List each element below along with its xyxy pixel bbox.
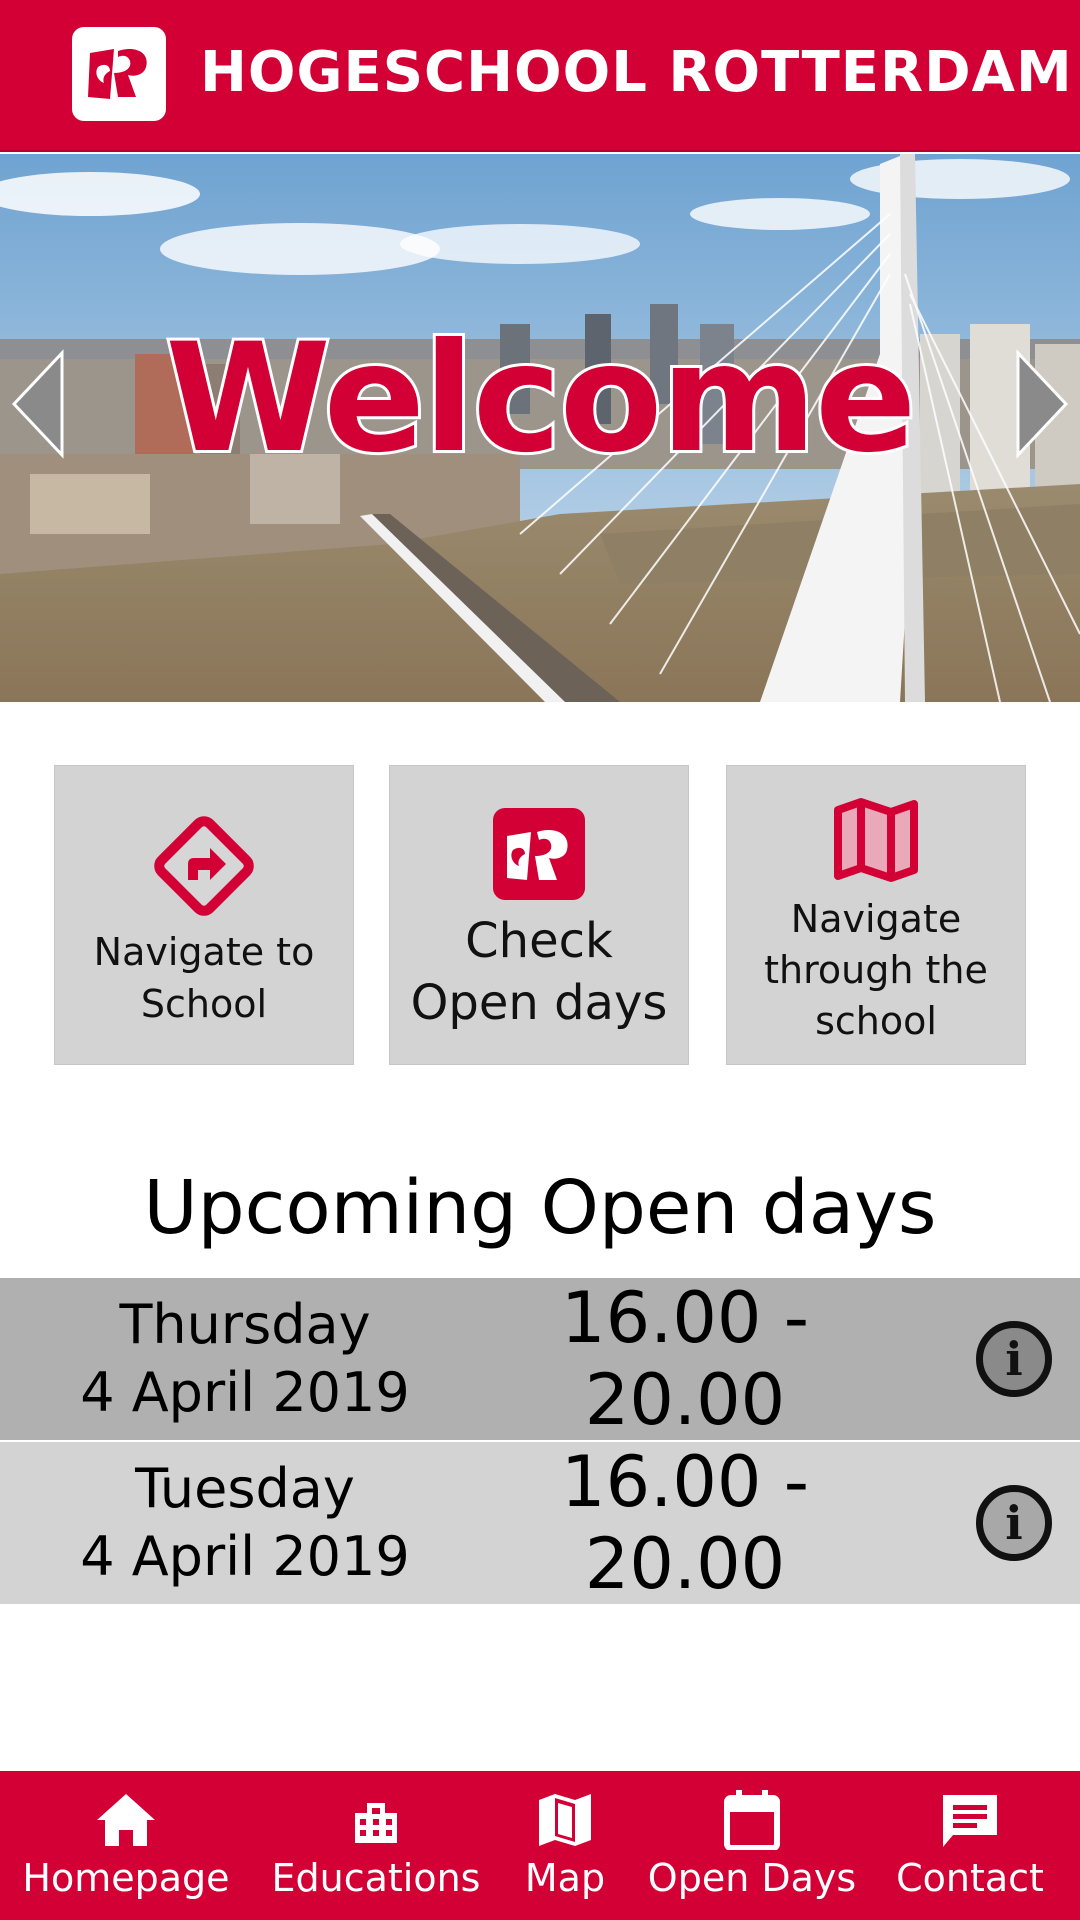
hero-banner: Welcome: [0, 154, 1080, 702]
tile-label: Check Open days: [410, 913, 668, 1031]
chat-icon: [939, 1789, 1001, 1851]
nav-label: Open Days: [647, 1856, 857, 1900]
nav-label: Contact: [896, 1856, 1044, 1900]
map-icon: [537, 1789, 593, 1851]
nav-label: Map: [524, 1856, 606, 1900]
home-icon: [95, 1789, 157, 1851]
bottom-nav: Homepage Educations Map Open Days Contac…: [0, 1771, 1080, 1920]
hero-title: Welcome: [162, 312, 919, 486]
nav-open-days[interactable]: Open Days: [648, 1771, 856, 1920]
brand-title: HOGESCHOOL ROTTERDAM: [200, 40, 1073, 105]
app-screen: HOGESCHOOL ROTTERDAM Welcome Navigate to…: [0, 0, 1080, 1920]
building-icon: [351, 1789, 401, 1851]
tile-label: Navigate through the school: [764, 897, 988, 1043]
map-icon: [833, 796, 919, 882]
quick-actions: Navigate to School Check Open days Navig…: [54, 765, 1026, 1065]
hr-logo-icon: [493, 804, 585, 900]
info-icon[interactable]: i: [976, 1321, 1052, 1397]
navigate-to-school-button[interactable]: Navigate to School: [54, 765, 354, 1065]
open-day-date: Tuesday 4 April 2019: [80, 1457, 410, 1588]
app-header: HOGESCHOOL ROTTERDAM: [0, 0, 1080, 152]
upcoming-open-days-title: Upcoming Open days: [143, 1165, 937, 1251]
open-day-time: 16.00 - 20.00: [561, 1277, 809, 1441]
open-day-row: Tuesday 4 April 2019 16.00 - 20.00 i: [0, 1441, 1080, 1605]
tile-label: Navigate to School: [93, 930, 315, 1026]
nav-homepage[interactable]: Homepage: [18, 1771, 234, 1920]
nav-label: Educations: [271, 1856, 481, 1900]
hr-logo-icon: [72, 27, 166, 121]
open-day-row: Thursday 4 April 2019 16.00 - 20.00 i: [0, 1277, 1080, 1441]
open-day-date: Thursday 4 April 2019: [80, 1293, 410, 1424]
calendar-icon: [724, 1789, 780, 1851]
chevron-right-icon[interactable]: [1012, 349, 1072, 459]
chevron-left-icon[interactable]: [8, 349, 68, 459]
info-icon[interactable]: i: [976, 1485, 1052, 1561]
navigate-through-school-button[interactable]: Navigate through the school: [726, 765, 1026, 1065]
directions-icon: [152, 810, 256, 918]
nav-contact[interactable]: Contact: [882, 1771, 1058, 1920]
nav-educations[interactable]: Educations: [266, 1771, 486, 1920]
nav-map[interactable]: Map: [510, 1771, 620, 1920]
nav-label: Homepage: [22, 1856, 230, 1900]
check-open-days-button[interactable]: Check Open days: [389, 765, 689, 1065]
open-day-time: 16.00 - 20.00: [561, 1441, 809, 1605]
